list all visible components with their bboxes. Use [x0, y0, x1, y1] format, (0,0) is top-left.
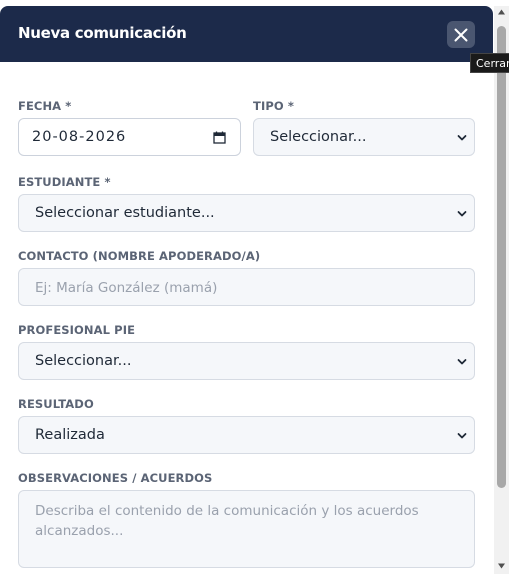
observaciones-textarea[interactable]: Describa el contenido de la comunicación… — [18, 490, 475, 568]
scrollbar-thumb[interactable] — [497, 26, 506, 488]
resultado-label: RESULTADO — [18, 397, 94, 411]
chevron-down-icon — [457, 211, 467, 217]
resultado-value: Realizada — [35, 427, 105, 443]
profesional-label: PROFESIONAL PIE — [18, 323, 136, 337]
close-button[interactable] — [447, 21, 475, 48]
estudiante-select[interactable]: Seleccionar estudiante... — [18, 194, 475, 232]
tipo-value: Seleccionar... — [270, 129, 367, 145]
close-icon — [454, 28, 468, 41]
scroll-down-arrow-icon[interactable] — [497, 562, 506, 570]
estudiante-value: Seleccionar estudiante... — [35, 205, 215, 221]
contacto-input[interactable]: Ej: María González (mamá) — [18, 268, 475, 306]
contacto-label: CONTACTO (NOMBRE APODERADO/A) — [18, 249, 261, 263]
profesional-value: Seleccionar... — [35, 353, 132, 369]
tipo-label: TIPO * — [253, 99, 294, 113]
estudiante-label: ESTUDIANTE * — [18, 175, 111, 189]
modal-header: Nueva comunicación — [0, 6, 493, 62]
fecha-value: 20-08-2026 — [32, 129, 127, 145]
profesional-select[interactable]: Seleccionar... — [18, 342, 475, 380]
fecha-label: FECHA * — [18, 99, 72, 113]
calendar-icon[interactable] — [213, 131, 226, 144]
new-communication-modal: Nueva comunicación FECHA * 20-08-2026 TI… — [0, 6, 493, 574]
chevron-down-icon — [457, 433, 467, 439]
scroll-up-arrow-icon[interactable] — [497, 8, 506, 16]
screen: Nueva comunicación FECHA * 20-08-2026 TI… — [0, 0, 509, 574]
resultado-select[interactable]: Realizada — [18, 416, 475, 454]
modal-title: Nueva comunicación — [18, 24, 187, 42]
observaciones-label: OBSERVACIONES / ACUERDOS — [18, 471, 213, 485]
contacto-placeholder: Ej: María González (mamá) — [35, 280, 218, 296]
fecha-date-input[interactable]: 20-08-2026 — [18, 118, 241, 156]
scrollbar[interactable] — [494, 6, 509, 574]
close-tooltip: Cerrar — [470, 53, 509, 73]
chevron-down-icon — [457, 135, 467, 141]
observaciones-placeholder: Describa el contenido de la comunicación… — [35, 503, 419, 539]
chevron-down-icon — [457, 359, 467, 365]
tipo-select[interactable]: Seleccionar... — [253, 118, 475, 156]
